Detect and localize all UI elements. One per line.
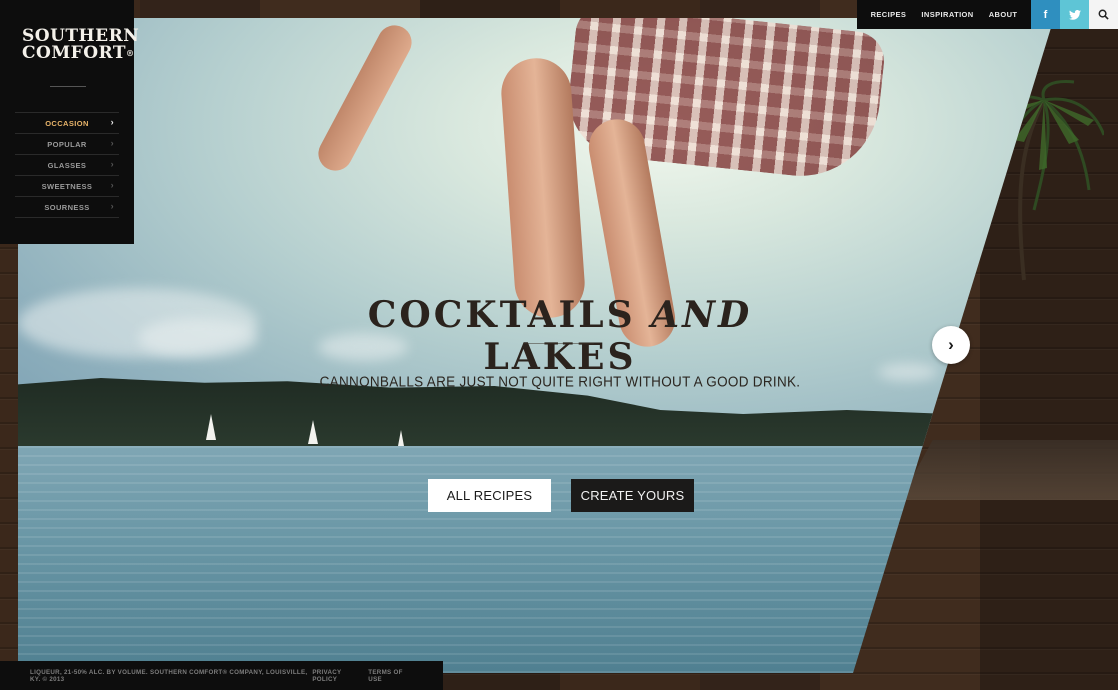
title-divider bbox=[524, 343, 594, 344]
sidebar-item-label: OCCASION bbox=[45, 118, 89, 128]
facebook-icon: f bbox=[1043, 8, 1048, 21]
sailboat bbox=[308, 420, 318, 444]
legal-text: LIQUEUR, 21-50% ALC. BY VOLUME. SOUTHERN… bbox=[30, 668, 308, 683]
sidebar-item-label: GLASSES bbox=[47, 160, 87, 170]
sidebar-item-sweetness[interactable]: SWEETNESS › bbox=[15, 176, 119, 197]
cloud bbox=[138, 318, 258, 358]
sidebar-item-sourness[interactable]: SOURNESS › bbox=[15, 197, 119, 218]
sidebar-item-occasion[interactable]: OCCASION › bbox=[15, 113, 119, 134]
search-button[interactable] bbox=[1089, 0, 1118, 29]
hero-title: COCKTAILS AND LAKES bbox=[367, 294, 753, 378]
brand-logo[interactable]: SOUTHERN COMFORT® bbox=[22, 28, 139, 63]
beach-image bbox=[900, 440, 1118, 500]
facebook-button[interactable]: f bbox=[1031, 0, 1060, 29]
chevron-right-icon: › bbox=[110, 159, 114, 169]
sidebar: SOUTHERN COMFORT® OCCASION › POPULAR › GLA… bbox=[0, 0, 139, 244]
sailboat bbox=[206, 414, 216, 440]
arrow-right-icon: › bbox=[948, 335, 954, 354]
nav-inspiration-link[interactable]: INSPIRATION bbox=[921, 10, 973, 19]
terms-of-use-link[interactable]: TERMS OF USE bbox=[368, 669, 413, 683]
nav-recipes-link[interactable]: RECIPES bbox=[871, 10, 907, 19]
logo-divider bbox=[50, 86, 86, 87]
chevron-right-icon: › bbox=[110, 117, 114, 127]
sidebar-item-label: SWEETNESS bbox=[41, 181, 93, 191]
search-icon bbox=[1098, 9, 1109, 20]
create-yours-button[interactable]: CREATE YOURS bbox=[571, 479, 694, 512]
sidebar-item-label: SOURNESS bbox=[44, 202, 90, 212]
sailboat bbox=[398, 430, 404, 446]
next-slide-button[interactable]: › bbox=[932, 326, 970, 364]
chevron-right-icon: › bbox=[110, 138, 114, 148]
sidebar-item-glasses[interactable]: GLASSES › bbox=[15, 155, 119, 176]
logo-line-2: COMFORT® bbox=[22, 43, 135, 63]
hero-subtitle: CANNONBALLS ARE JUST NOT QUITE RIGHT WIT… bbox=[319, 373, 801, 390]
footer: LIQUEUR, 21-50% ALC. BY VOLUME. SOUTHERN… bbox=[0, 661, 443, 690]
all-recipes-button[interactable]: ALL RECIPES bbox=[428, 479, 551, 512]
privacy-policy-link[interactable]: PRIVACY POLICY bbox=[312, 669, 362, 683]
footer-links: PRIVACY POLICY TERMS OF USE bbox=[312, 669, 413, 683]
nav-about-link[interactable]: ABOUT bbox=[989, 10, 1018, 19]
twitter-button[interactable] bbox=[1060, 0, 1089, 29]
twitter-icon bbox=[1068, 9, 1081, 20]
cloud bbox=[878, 363, 938, 381]
chevron-right-icon: › bbox=[110, 201, 114, 211]
sidebar-item-popular[interactable]: POPULAR › bbox=[15, 134, 119, 155]
top-nav: RECIPES INSPIRATION ABOUT bbox=[857, 0, 1031, 29]
filter-menu: OCCASION › POPULAR › GLASSES › SWEETNESS › S… bbox=[15, 112, 119, 218]
sidebar-item-label: POPULAR bbox=[47, 139, 87, 149]
chevron-right-icon: › bbox=[110, 180, 114, 190]
